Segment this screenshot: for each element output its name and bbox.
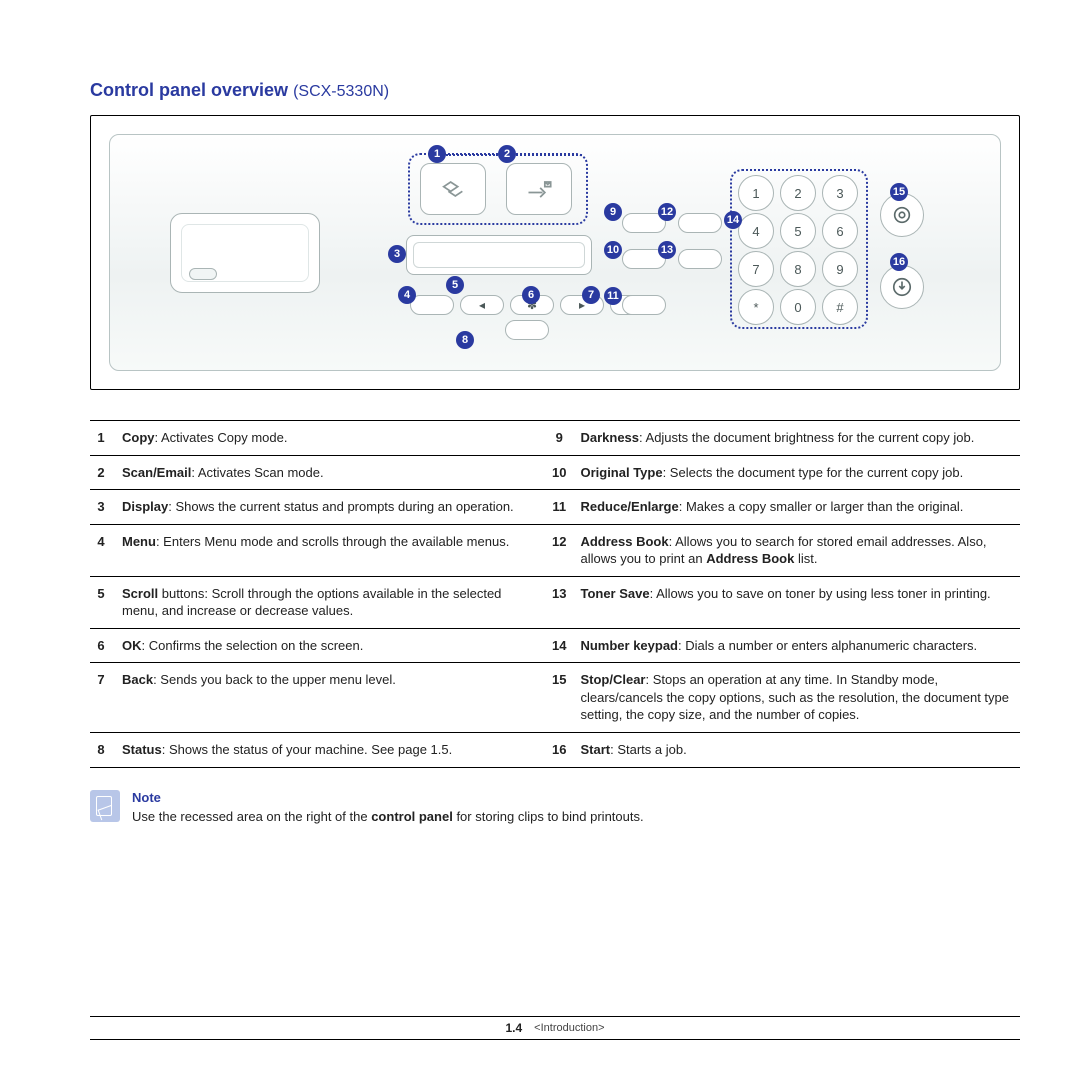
callout-15: 15 <box>890 183 908 201</box>
legend-num: 5 <box>90 576 118 628</box>
legend-num: 11 <box>548 490 576 525</box>
toner-save-button[interactable] <box>678 249 722 269</box>
callout-9: 9 <box>604 203 622 221</box>
copy-icon <box>439 175 467 203</box>
scan-email-button[interactable] <box>506 163 572 215</box>
legend-num: 2 <box>90 455 118 490</box>
keypad-5[interactable]: 5 <box>780 213 816 249</box>
panel-body: 1 2 3 ◂ ✽ ▸ 4 5 6 7 8 9 10 11 <box>109 134 1001 371</box>
callout-6: 6 <box>522 286 540 304</box>
keypad-2[interactable]: 2 <box>780 175 816 211</box>
keypad-7[interactable]: 7 <box>738 251 774 287</box>
legend-desc: OK: Confirms the selection on the screen… <box>118 628 548 663</box>
legend-num: 4 <box>90 524 118 576</box>
legend-num: 14 <box>548 628 576 663</box>
callout-12: 12 <box>658 203 676 221</box>
callout-16: 16 <box>890 253 908 271</box>
legend-num: 9 <box>548 421 576 456</box>
keypad-9[interactable]: 9 <box>822 251 858 287</box>
legend-desc: Toner Save: Allows you to save on toner … <box>576 576 1020 628</box>
legend-desc: Menu: Enters Menu mode and scrolls throu… <box>118 524 548 576</box>
start-button[interactable] <box>880 265 924 309</box>
keypad-8[interactable]: 8 <box>780 251 816 287</box>
legend-desc: Back: Sends you back to the upper menu l… <box>118 663 548 733</box>
copy-button[interactable] <box>420 163 486 215</box>
scroll-left-button[interactable]: ◂ <box>460 295 504 315</box>
legend-desc: Original Type: Selects the document type… <box>576 455 1020 490</box>
scan-email-icon <box>525 175 553 203</box>
callout-10: 10 <box>604 241 622 259</box>
legend-num: 1 <box>90 421 118 456</box>
control-panel-figure: 1 2 3 ◂ ✽ ▸ 4 5 6 7 8 9 10 11 <box>90 115 1020 390</box>
note-block: Note Use the recessed area on the right … <box>90 790 1020 826</box>
legend-num: 16 <box>548 733 576 768</box>
heading-model: (SCX-5330N) <box>293 83 389 100</box>
callout-8: 8 <box>456 331 474 349</box>
legend-desc: Address Book: Allows you to search for s… <box>576 524 1020 576</box>
legend-table: 1Copy: Activates Copy mode.9Darkness: Ad… <box>90 420 1020 768</box>
reduce-enlarge-button[interactable] <box>622 295 666 315</box>
section-name: <Introduction> <box>534 1022 604 1034</box>
start-icon <box>891 276 913 298</box>
callout-7: 7 <box>582 286 600 304</box>
note-icon <box>90 790 120 822</box>
legend-num: 15 <box>548 663 576 733</box>
keypad-3[interactable]: 3 <box>822 175 858 211</box>
keypad-4[interactable]: 4 <box>738 213 774 249</box>
legend-num: 10 <box>548 455 576 490</box>
keypad-1[interactable]: 1 <box>738 175 774 211</box>
page-heading: Control panel overview (SCX-5330N) <box>90 80 1020 101</box>
callout-13: 13 <box>658 241 676 259</box>
legend-num: 13 <box>548 576 576 628</box>
legend-desc: Start: Starts a job. <box>576 733 1020 768</box>
callout-3: 3 <box>388 245 406 263</box>
legend-desc: Number keypad: Dials a number or enters … <box>576 628 1020 663</box>
callout-14: 14 <box>724 211 742 229</box>
status-button[interactable] <box>505 320 549 340</box>
panel-flap <box>170 213 320 293</box>
legend-num: 6 <box>90 628 118 663</box>
page-footer: 1.4 <Introduction> <box>90 1016 1020 1040</box>
legend-num: 7 <box>90 663 118 733</box>
legend-desc: Stop/Clear: Stops an operation at any ti… <box>576 663 1020 733</box>
callout-11: 11 <box>604 287 622 305</box>
callout-2: 2 <box>498 145 516 163</box>
legend-num: 12 <box>548 524 576 576</box>
heading-main: Control panel overview <box>90 80 288 100</box>
legend-num: 8 <box>90 733 118 768</box>
lcd-display <box>406 235 592 275</box>
flap-tab <box>189 268 217 280</box>
note-heading: Note <box>132 790 644 805</box>
legend-desc: Copy: Activates Copy mode. <box>118 421 548 456</box>
callout-1: 1 <box>428 145 446 163</box>
keypad-hash[interactable]: # <box>822 289 858 325</box>
note-body: Use the recessed area on the right of th… <box>132 808 644 826</box>
legend-desc: Scroll buttons: Scroll through the optio… <box>118 576 548 628</box>
legend-desc: Scan/Email: Activates Scan mode. <box>118 455 548 490</box>
page-number: 1.4 <box>505 1021 522 1035</box>
legend-num: 3 <box>90 490 118 525</box>
menu-button[interactable] <box>410 295 454 315</box>
keypad-6[interactable]: 6 <box>822 213 858 249</box>
keypad-0[interactable]: 0 <box>780 289 816 325</box>
address-book-button[interactable] <box>678 213 722 233</box>
legend-desc: Display: Shows the current status and pr… <box>118 490 548 525</box>
callout-5: 5 <box>446 276 464 294</box>
legend-desc: Darkness: Adjusts the document brightnes… <box>576 421 1020 456</box>
legend-desc: Status: Shows the status of your machine… <box>118 733 548 768</box>
stop-icon <box>891 204 913 226</box>
legend-desc: Reduce/Enlarge: Makes a copy smaller or … <box>576 490 1020 525</box>
keypad-star[interactable]: * <box>738 289 774 325</box>
callout-4: 4 <box>398 286 416 304</box>
